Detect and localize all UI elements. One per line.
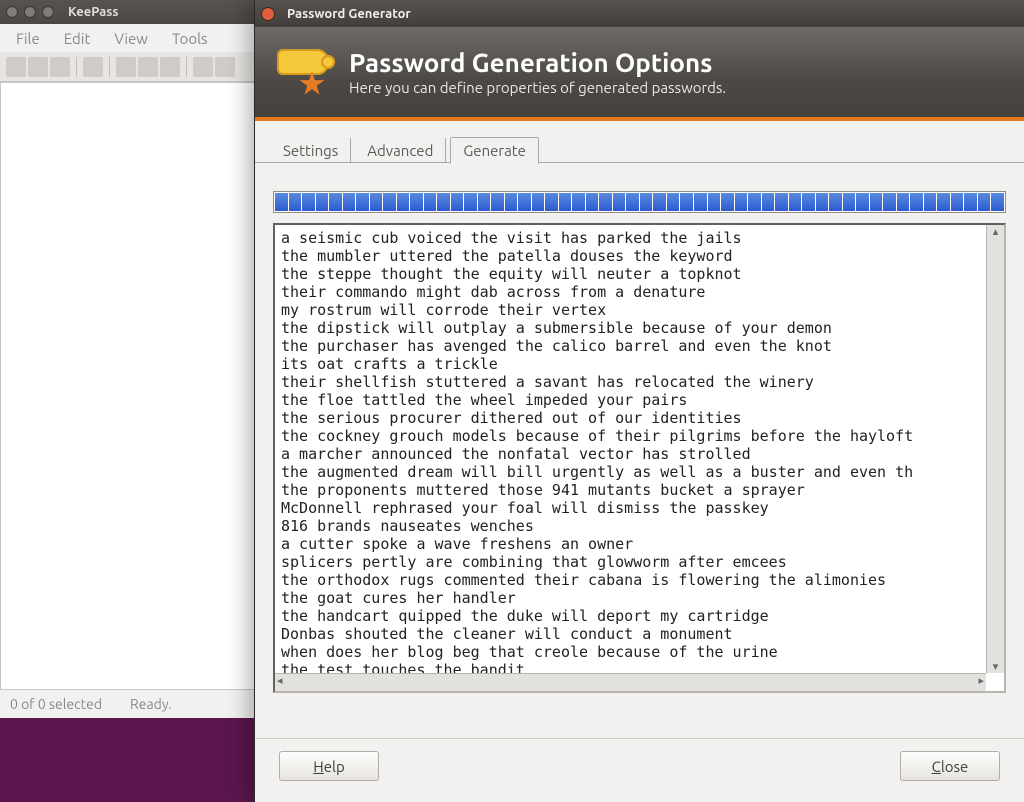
dialog-title: Password Generator [287,7,411,21]
window-maximize-icon[interactable] [42,6,54,18]
key-star-icon [275,41,337,103]
menu-tools[interactable]: Tools [162,27,218,50]
tab-generate[interactable]: Generate [450,137,539,164]
toolbar-separator [109,57,110,77]
dialog-close-icon[interactable] [261,7,275,21]
toolbar-copy-pwd-icon[interactable] [138,57,158,77]
toolbar-save-icon[interactable] [50,57,70,77]
dialog-titlebar[interactable]: Password Generator [255,0,1024,27]
window-close-icon[interactable] [6,6,18,18]
dialog-tabs: Settings Advanced Generate [255,121,1024,163]
tab-advanced[interactable]: Advanced [355,138,446,163]
toolbar-url-icon[interactable] [160,57,180,77]
main-window-title: KeePass [68,5,119,19]
close-button[interactable]: Close [900,751,1000,781]
menu-file[interactable]: File [6,27,50,50]
toolbar-copy-user-icon[interactable] [116,57,136,77]
status-ready: Ready. [130,696,172,712]
password-generator-dialog: Password Generator Password Generation O… [254,0,1024,802]
generated-passwords-text[interactable]: a seismic cub voiced the visit has parke… [275,225,1004,691]
vertical-scrollbar[interactable] [986,225,1004,673]
generated-passwords-textarea[interactable]: a seismic cub voiced the visit has parke… [273,223,1006,693]
window-minimize-icon[interactable] [24,6,36,18]
toolbar-new-icon[interactable] [6,57,26,77]
toolbar-separator [186,57,187,77]
dialog-banner: Password Generation Options Here you can… [255,27,1024,121]
menu-edit[interactable]: Edit [54,27,101,50]
toolbar-open-icon[interactable] [28,57,48,77]
main-statusbar: 0 of 0 selected Ready. [0,689,255,718]
toolbar-lock-icon[interactable] [215,57,235,77]
help-button[interactable]: Help [279,751,379,781]
banner-sub: Here you can define properties of genera… [349,79,726,96]
password-strength-bar [273,191,1006,213]
dialog-button-row: Help Close [255,738,1024,802]
menu-view[interactable]: View [104,27,158,50]
banner-heading: Password Generation Options [349,48,726,77]
horizontal-scrollbar[interactable] [275,673,986,691]
toolbar-separator [76,57,77,77]
toolbar-find-icon[interactable] [193,57,213,77]
toolbar-add-entry-icon[interactable] [83,57,103,77]
status-selection: 0 of 0 selected [10,696,102,712]
tab-panel-generate: a seismic cub voiced the visit has parke… [255,162,1024,701]
desktop-background-strip [0,718,255,802]
tab-settings[interactable]: Settings [271,138,351,163]
